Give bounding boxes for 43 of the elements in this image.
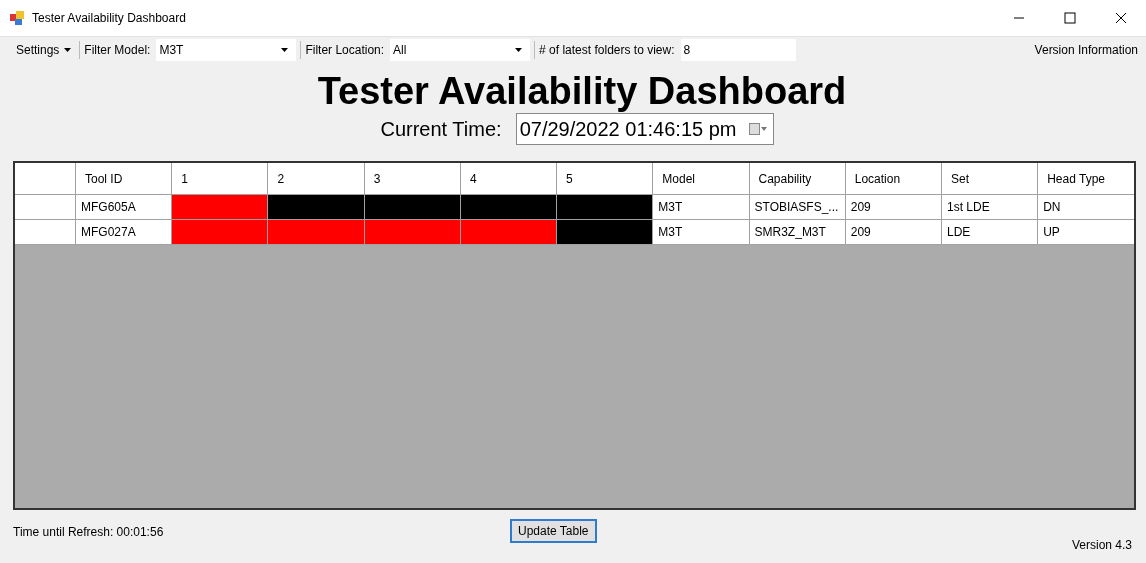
column-header[interactable]: Capability [749, 163, 846, 195]
date-time-picker[interactable]: 07/29/2022 01:46:15 pm [515, 113, 774, 145]
settings-menu[interactable]: Settings [10, 39, 76, 61]
column-header[interactable]: Head Type [1037, 163, 1134, 195]
column-header[interactable]: Model [652, 163, 750, 195]
table-cell: SMR3Z_M3T [749, 219, 846, 245]
current-time-label: Current Time: [380, 117, 502, 141]
column-header[interactable]: Location [845, 163, 942, 195]
filter-location-label: Filter Location: [305, 43, 385, 57]
folders-label: # of latest folders to view: [539, 43, 675, 57]
caret-icon [281, 48, 289, 52]
table-cell: MFG605A [75, 194, 172, 220]
table-cell: LDE [941, 219, 1038, 245]
column-header[interactable]: 1 [171, 163, 268, 195]
dashboard-heading: Tester Availability Dashboard [316, 69, 848, 113]
column-header[interactable]: 5 [556, 163, 653, 195]
table-cell: M3T [652, 194, 750, 220]
table-cell: 209 [845, 194, 942, 220]
column-header[interactable]: 4 [460, 163, 557, 195]
update-table-button[interactable]: Update Table [510, 519, 597, 543]
caret-icon [515, 48, 523, 52]
table-cell: 209 [845, 219, 942, 245]
column-header[interactable]: Set [941, 163, 1038, 195]
refresh-countdown: Time until Refresh: 00:01:56 [13, 525, 164, 539]
filter-model-dropdown[interactable]: M3T [156, 39, 297, 61]
version-label: Version 4.3 [1071, 538, 1132, 552]
table-cell: M3T [652, 219, 750, 245]
calendar-icon [748, 123, 767, 135]
window-title: Tester Availability Dashboard [32, 11, 186, 25]
close-icon[interactable] [1115, 12, 1127, 24]
table-cell: STOBIASFS_... [749, 194, 846, 220]
caret-icon [64, 48, 72, 52]
table-cell: 1st LDE [941, 194, 1038, 220]
filter-model-label: Filter Model: [84, 43, 151, 57]
filter-location-dropdown[interactable]: All [390, 39, 531, 61]
app-icon [10, 10, 26, 26]
maximize-icon[interactable] [1064, 12, 1076, 24]
table-cell: MFG027A [75, 219, 172, 245]
column-header[interactable]: 3 [364, 163, 461, 195]
column-header[interactable]: Tool ID [75, 163, 172, 195]
version-information-menu[interactable]: Version Information [1028, 39, 1142, 61]
folders-input[interactable]: 8 [680, 39, 796, 61]
column-header[interactable]: 2 [267, 163, 365, 195]
